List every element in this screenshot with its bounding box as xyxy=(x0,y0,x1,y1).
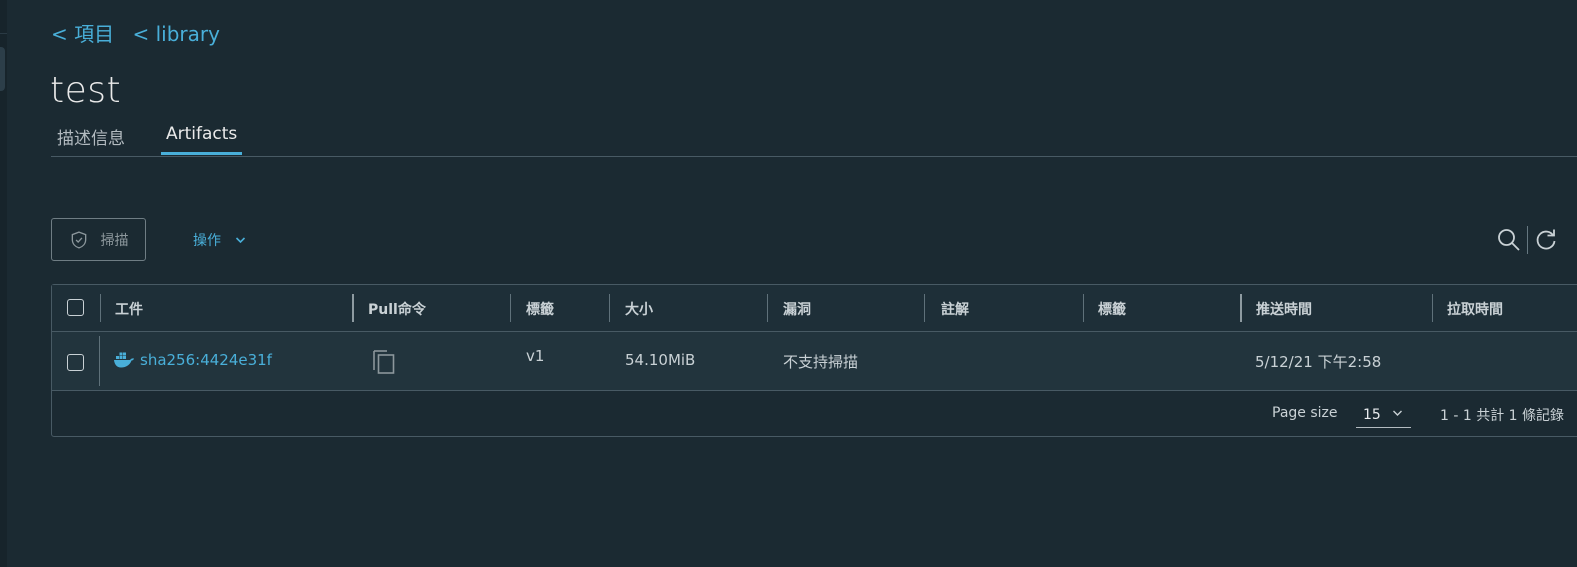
breadcrumb-library-link[interactable]: < library xyxy=(132,22,219,46)
page-size-select[interactable]: 15 xyxy=(1356,403,1411,428)
chevron-down-icon xyxy=(1392,405,1403,421)
column-header-labels[interactable]: 標籤 xyxy=(1098,299,1126,319)
table-row: sha256:4424e31f v1 54.10MiB 不支持掃描 5/12/2… xyxy=(52,332,1577,391)
page-size-value: 15 xyxy=(1363,407,1381,423)
left-nav-rail xyxy=(0,0,7,567)
column-resize-handle[interactable] xyxy=(352,294,354,322)
column-separator xyxy=(100,294,101,322)
search-icon[interactable] xyxy=(1496,227,1522,253)
column-header-vulnerabilities[interactable]: 漏洞 xyxy=(783,299,811,319)
scan-button-label: 掃描 xyxy=(100,232,129,249)
column-header-size[interactable]: 大小 xyxy=(625,299,653,319)
shield-check-icon xyxy=(69,230,89,250)
toolbar: 掃描 操作 xyxy=(51,218,1577,263)
push-time-cell: 5/12/21 下午2:58 xyxy=(1255,353,1382,371)
toolbar-separator xyxy=(1527,226,1528,254)
vulnerabilities-cell: 不支持掃描 xyxy=(783,353,859,371)
sidebar-toggle-handle[interactable] xyxy=(0,47,5,91)
column-header-push-time[interactable]: 推送時間 xyxy=(1256,299,1312,319)
column-header-annotations[interactable]: 註解 xyxy=(941,299,969,319)
row-select-checkbox[interactable] xyxy=(67,354,84,371)
page-size-label: Page size xyxy=(1272,405,1338,421)
pagination-summary: 1 - 1 共計 1 條記錄 xyxy=(1440,408,1565,424)
column-separator xyxy=(609,294,610,322)
rail-divider xyxy=(0,33,7,34)
actions-dropdown-button[interactable]: 操作 xyxy=(193,230,246,250)
column-separator xyxy=(924,294,925,322)
tags-cell: v1 xyxy=(526,347,545,365)
artifacts-datagrid: 工件 Pull命令 標籤 大小 漏洞 註解 標籤 推送時間 拉取時間 sha25… xyxy=(51,284,1577,437)
artifacts-page: < 項目 < library test 描述信息 Artifacts 掃描 操作 xyxy=(0,0,1577,567)
actions-label: 操作 xyxy=(193,233,221,249)
column-separator xyxy=(1432,294,1433,322)
column-header-pull-command[interactable]: Pull命令 xyxy=(368,299,426,319)
tab-info[interactable]: 描述信息 xyxy=(52,124,130,159)
datagrid-header: 工件 Pull命令 標籤 大小 漏洞 註解 標籤 推送時間 拉取時間 xyxy=(52,285,1577,332)
chevron-down-icon xyxy=(235,236,246,244)
datagrid-footer xyxy=(52,391,1577,437)
tab-bar: 描述信息 Artifacts xyxy=(51,118,1577,157)
refresh-icon[interactable] xyxy=(1533,227,1559,253)
column-separator xyxy=(510,294,511,322)
toolbar-right-controls xyxy=(1496,226,1559,254)
docker-whale-icon xyxy=(113,351,135,369)
column-header-artifact[interactable]: 工件 xyxy=(115,299,143,319)
page-title: test xyxy=(50,70,122,111)
copy-icon[interactable] xyxy=(370,346,398,376)
scan-button[interactable]: 掃描 xyxy=(51,218,146,261)
select-all-checkbox[interactable] xyxy=(67,299,84,316)
breadcrumb-projects-link[interactable]: < 項目 xyxy=(51,22,114,46)
size-cell: 54.10MiB xyxy=(625,351,696,369)
column-resize-handle[interactable] xyxy=(1240,294,1242,322)
artifact-digest-link[interactable]: sha256:4424e31f xyxy=(140,351,272,369)
column-header-tags[interactable]: 標籤 xyxy=(526,299,554,319)
breadcrumb: < 項目 < library xyxy=(51,18,232,47)
row-separator xyxy=(99,336,100,386)
column-header-pull-time[interactable]: 拉取時間 xyxy=(1447,299,1503,319)
column-separator xyxy=(1083,294,1084,322)
column-separator xyxy=(767,294,768,322)
tab-artifacts[interactable]: Artifacts xyxy=(161,124,243,155)
